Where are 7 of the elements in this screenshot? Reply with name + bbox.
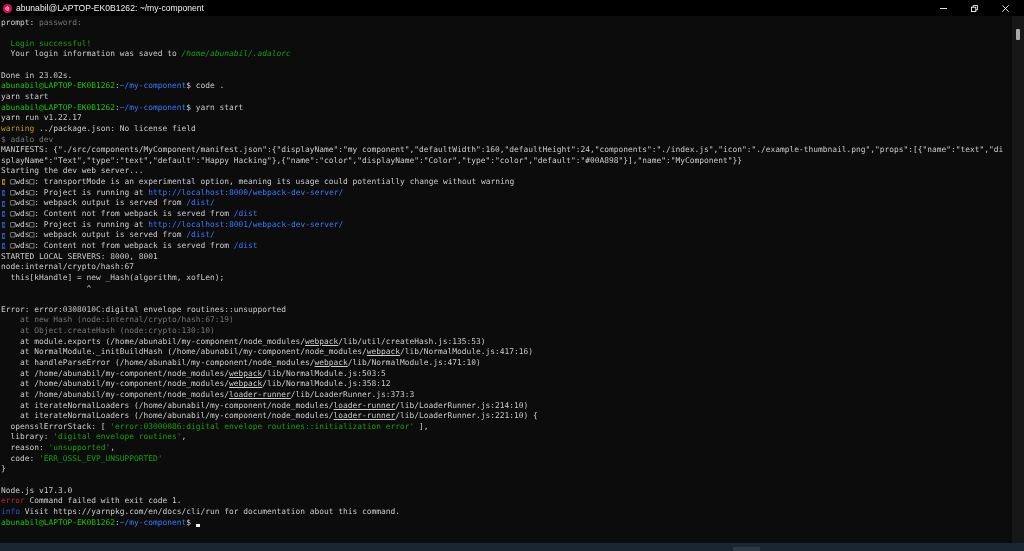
minimize-icon: [940, 7, 947, 9]
restore-icon: [971, 4, 978, 12]
cursor-icon: [195, 524, 201, 527]
scrollbar-thumb[interactable]: [1016, 29, 1020, 40]
close-icon: [1002, 4, 1009, 12]
swirl-icon: [3, 3, 12, 13]
window-title: abunabil@LAPTOP-EK0B1262: ~/my-component: [16, 2, 204, 14]
